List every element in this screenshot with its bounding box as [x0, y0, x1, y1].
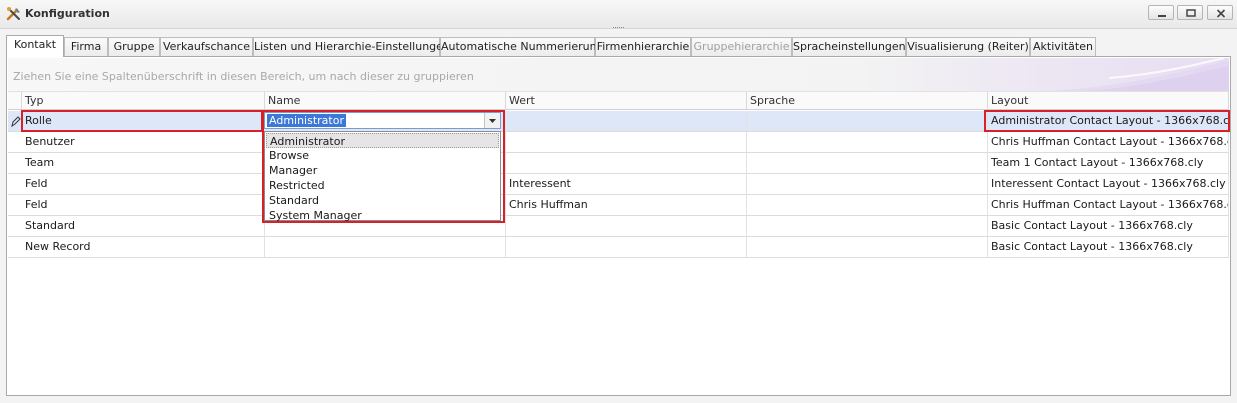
tab-firma[interactable]: Firma: [64, 37, 108, 56]
tab-content-panel: Ziehen Sie eine Spaltenüberschrift in di…: [6, 56, 1231, 396]
dropdown-option[interactable]: Administrator: [266, 133, 499, 148]
tab-listen-hierarchie[interactable]: Listen und Hierarchie-Einstellungen: [253, 37, 450, 56]
tab-automatische-nummerierung[interactable]: Automatische Nummerierung: [440, 37, 604, 56]
table-row[interactable]: Rolle Administrator Contact Layout - 136…: [8, 111, 1229, 132]
edit-pencil-icon: [11, 116, 21, 128]
indicator-header: [8, 92, 22, 110]
configuration-window: Konfiguration Kontakt Firma Gruppe Verka…: [0, 0, 1237, 403]
name-combo-editor[interactable]: Administrator: [264, 112, 501, 129]
cell-sprache[interactable]: [747, 216, 988, 236]
name-dropdown-list: Administrator Browse Manager Restricted …: [264, 131, 501, 223]
cell-sprache[interactable]: [747, 174, 988, 194]
cell-layout[interactable]: Administrator Contact Layout - 1366x768.…: [988, 111, 1229, 131]
combo-selected-value[interactable]: Administrator: [267, 114, 346, 127]
table-row[interactable]: Feld Interessent Interessent Contact Lay…: [8, 174, 1229, 195]
dropdown-option[interactable]: Standard: [266, 193, 499, 208]
cell-layout[interactable]: Team 1 Contact Layout - 1366x768.cly: [988, 153, 1229, 173]
cell-wert[interactable]: [506, 237, 747, 257]
cell-wert[interactable]: [506, 132, 747, 152]
column-header-typ[interactable]: Typ: [22, 92, 265, 110]
column-header-sprache[interactable]: Sprache: [747, 92, 988, 110]
close-icon: [1216, 9, 1226, 18]
cell-layout[interactable]: Chris Huffman Contact Layout - 1366x768.…: [988, 195, 1229, 215]
cell-wert[interactable]: Interessent: [506, 174, 747, 194]
restore-icon: [1186, 9, 1196, 17]
chevron-down-icon: [489, 119, 496, 123]
cell-typ[interactable]: Team: [22, 153, 265, 173]
cell-layout[interactable]: Chris Huffman Contact Layout - 1366x768.…: [988, 132, 1229, 152]
group-by-area[interactable]: Ziehen Sie eine Spaltenüberschrift in di…: [8, 58, 1229, 92]
cell-name[interactable]: [265, 237, 506, 257]
row-indicator: [8, 132, 22, 152]
resize-grip-icon[interactable]: [613, 26, 625, 29]
group-hint: Ziehen Sie eine Spaltenüberschrift in di…: [13, 70, 474, 83]
tab-gruppe[interactable]: Gruppe: [108, 37, 160, 56]
dropdown-option[interactable]: Restricted: [266, 178, 499, 193]
cell-typ[interactable]: Benutzer: [22, 132, 265, 152]
decorative-swoosh: [1049, 58, 1229, 91]
cell-wert[interactable]: Chris Huffman: [506, 195, 747, 215]
cell-typ[interactable]: Rolle: [22, 111, 265, 131]
close-button[interactable]: [1207, 5, 1233, 20]
tab-firmenhierarchie[interactable]: Firmenhierarchie: [595, 37, 691, 56]
row-indicator: [8, 174, 22, 194]
minimize-icon: [1158, 15, 1166, 17]
table-row[interactable]: New Record Basic Contact Layout - 1366x7…: [8, 237, 1229, 258]
column-header-wert[interactable]: Wert: [506, 92, 747, 110]
column-header-layout[interactable]: Layout: [988, 92, 1229, 110]
table-row[interactable]: Team Team 1 Contact Layout - 1366x768.cl…: [8, 153, 1229, 174]
cell-wert[interactable]: [506, 216, 747, 236]
cell-sprache[interactable]: [747, 195, 988, 215]
tab-kontakt[interactable]: Kontakt: [6, 35, 64, 57]
column-header-name[interactable]: Name: [265, 92, 506, 110]
tab-strip: Kontakt Firma Gruppe Verkaufschance List…: [6, 35, 1231, 57]
cell-sprache[interactable]: [747, 237, 988, 257]
table-row[interactable]: Standard Basic Contact Layout - 1366x768…: [8, 216, 1229, 237]
table-row[interactable]: Feld Chris Huffman Chris Huffman Contact…: [8, 195, 1229, 216]
cell-sprache[interactable]: [747, 132, 988, 152]
cell-wert[interactable]: [506, 111, 747, 131]
cell-typ[interactable]: Feld: [22, 195, 265, 215]
cell-typ[interactable]: Standard: [22, 216, 265, 236]
tab-aktivitaeten[interactable]: Aktivitäten: [1030, 37, 1096, 56]
cell-typ[interactable]: Feld: [22, 174, 265, 194]
cell-layout[interactable]: Basic Contact Layout - 1366x768.cly: [988, 216, 1229, 236]
tab-gruppehierarchie: Gruppehierarchie: [691, 37, 792, 56]
dropdown-option[interactable]: System Manager: [266, 208, 499, 223]
tab-spracheinstellungen[interactable]: Spracheinstellungen: [792, 37, 906, 56]
cell-wert[interactable]: [506, 153, 747, 173]
tab-visualisierung[interactable]: Visualisierung (Reiter): [906, 37, 1030, 56]
tools-icon: [6, 7, 20, 21]
row-indicator: [8, 237, 22, 257]
table-row[interactable]: Benutzer Chris Huffman Contact Layout - …: [8, 132, 1229, 153]
row-indicator: [8, 195, 22, 215]
title-bar: Konfiguration: [0, 0, 1237, 29]
combo-dropdown-button[interactable]: [484, 113, 500, 128]
tab-verkaufschance[interactable]: Verkaufschance: [160, 37, 253, 56]
cell-typ[interactable]: New Record: [22, 237, 265, 257]
cell-layout[interactable]: Interessent Contact Layout - 1366x768.cl…: [988, 174, 1229, 194]
cell-sprache[interactable]: [747, 153, 988, 173]
row-indicator: [8, 216, 22, 236]
row-indicator: [8, 153, 22, 173]
dropdown-option[interactable]: Manager: [266, 163, 499, 178]
cell-layout[interactable]: Basic Contact Layout - 1366x768.cly: [988, 237, 1229, 257]
cell-sprache[interactable]: [747, 111, 988, 131]
restore-button[interactable]: [1177, 5, 1203, 20]
dropdown-option[interactable]: Browse: [266, 148, 499, 163]
minimize-button[interactable]: [1148, 5, 1174, 20]
window-title: Konfiguration: [25, 7, 110, 20]
